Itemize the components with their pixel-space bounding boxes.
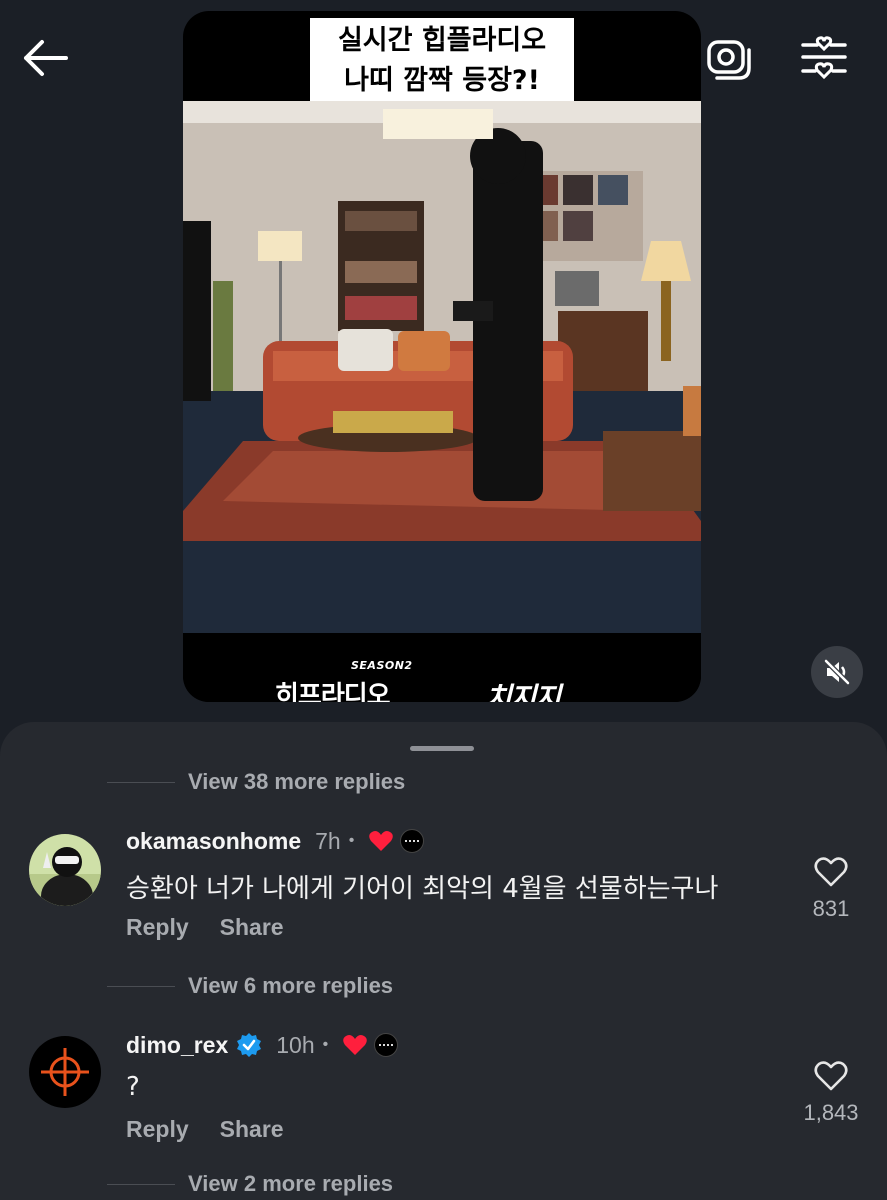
comment-username[interactable]: okamasonhome [126, 828, 301, 855]
like-count: 1,843 [803, 1100, 859, 1125]
avatar-image [29, 834, 101, 906]
filter-button[interactable] [792, 28, 856, 88]
view-more-label: View 2 more replies [188, 1171, 394, 1196]
comment-actions: Reply Share [126, 914, 315, 941]
video-caption: 실시간 힙플라디오 나띠 깜짝 등장?! [310, 18, 574, 103]
comment-actions: Reply Share [126, 1116, 315, 1143]
thread-line [107, 1183, 175, 1185]
creator-liked-heart-icon [342, 1033, 368, 1057]
camera-icon [707, 40, 751, 80]
reel-viewer: 실시간 힙플라디오 나띠 깜짝 등장?! SEASON2 히프라디오 치지지 [0, 0, 887, 730]
view-more-replies-2[interactable]: View 6 more replies [107, 966, 393, 1006]
reply-button[interactable]: Reply [126, 914, 189, 941]
like-button[interactable]: 1,843 [796, 1060, 866, 1126]
share-button[interactable]: Share [220, 1116, 284, 1143]
reply-button[interactable]: Reply [126, 1116, 189, 1143]
heart-sliders-icon [801, 36, 847, 80]
arrow-left-icon [24, 40, 68, 76]
caption-line-2: 나띠 깜짝 등장?! [344, 65, 540, 96]
mute-button[interactable] [811, 646, 863, 698]
separator-dot: • [322, 1036, 329, 1053]
comment-time: 7h [315, 827, 341, 854]
season-label: SEASON2 [351, 659, 413, 672]
video-player[interactable]: 실시간 힙플라디오 나띠 깜짝 등장?! SEASON2 히프라디오 치지지 [183, 11, 701, 702]
share-button[interactable]: Share [220, 914, 284, 941]
sheet-handle[interactable] [410, 746, 474, 751]
view-more-label: View 38 more replies [188, 769, 406, 794]
thread-line [107, 781, 175, 783]
creator-liked-heart-icon [368, 829, 394, 853]
video-footer: SEASON2 히프라디오 치지지 [183, 633, 701, 702]
comment-username[interactable]: dimo_rex [126, 1032, 228, 1059]
creator-avatar-mini [374, 1033, 399, 1057]
comment-text: ? [126, 1072, 140, 1102]
like-button[interactable]: 831 [796, 856, 866, 922]
verified-badge-icon [236, 1032, 262, 1058]
thread-line [107, 985, 175, 987]
like-count: 831 [812, 896, 850, 921]
camera-button[interactable] [698, 30, 760, 86]
comments-sheet[interactable]: View 38 more replies okamasonhome 7h • 승… [0, 722, 887, 1200]
avatar[interactable] [29, 834, 101, 906]
avatar-image [29, 1036, 101, 1108]
heart-outline-icon [814, 1061, 848, 1091]
creator-avatar-mini [400, 829, 425, 853]
comment-text: 승환아 너가 나에게 기어이 최악의 4월을 선물하는구나 [126, 874, 719, 904]
video-frame [183, 101, 701, 633]
show-logo: 히프라디오 [275, 681, 391, 702]
channel-logo: 치지지 [485, 681, 561, 702]
view-more-label: View 6 more replies [188, 973, 394, 998]
heart-outline-icon [814, 857, 848, 887]
view-more-replies-1[interactable]: View 38 more replies [107, 762, 405, 802]
speaker-muted-icon [824, 659, 850, 685]
back-button[interactable] [14, 30, 76, 86]
comment-header: okamasonhome 7h • [126, 826, 425, 856]
comment-time: 10h [276, 1031, 315, 1058]
avatar[interactable] [29, 1036, 101, 1108]
comment-header: dimo_rex 10h • [126, 1030, 399, 1060]
view-more-replies-3[interactable]: View 2 more replies [107, 1164, 393, 1200]
caption-line-1: 실시간 힙플라디오 [337, 25, 547, 56]
separator-dot: • [348, 832, 355, 849]
